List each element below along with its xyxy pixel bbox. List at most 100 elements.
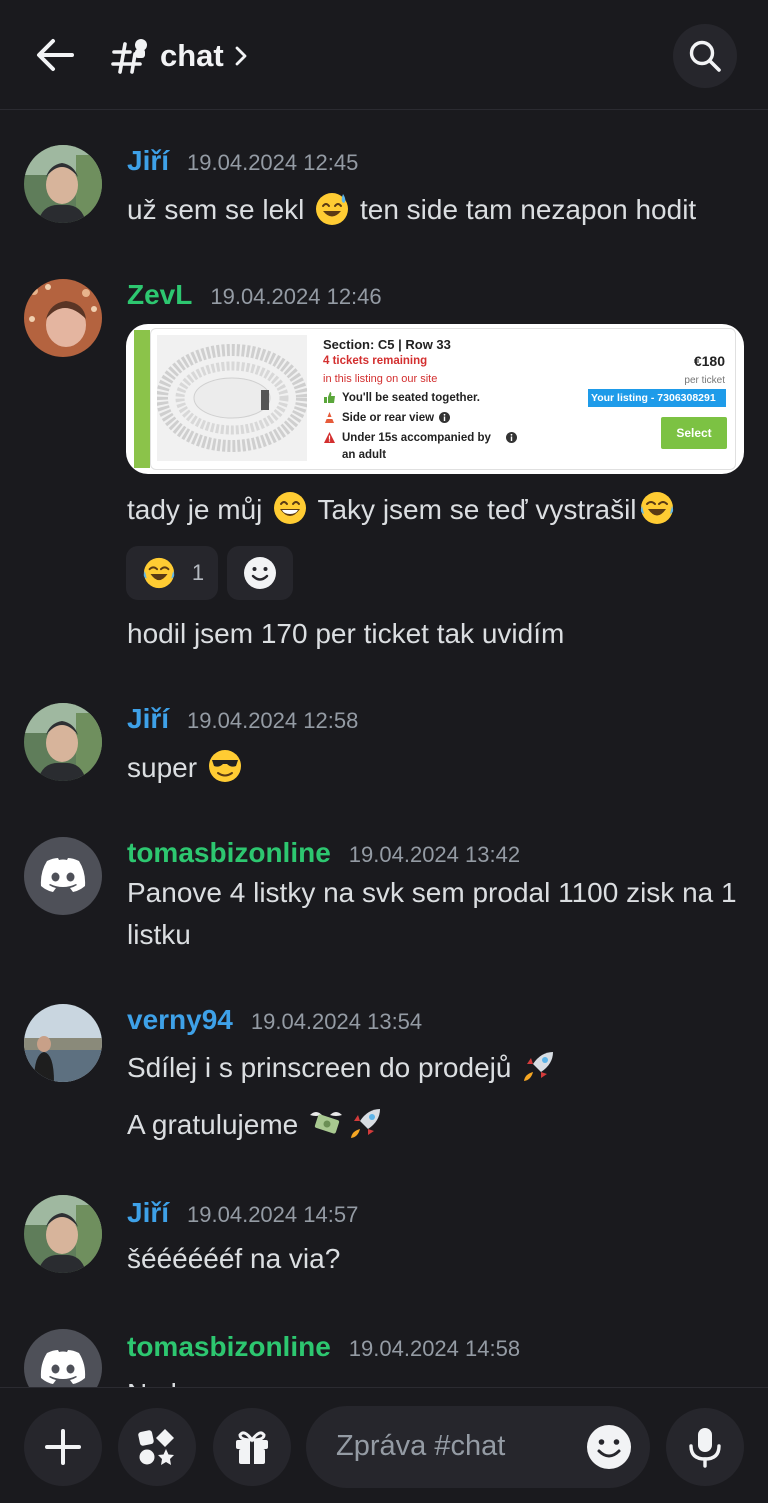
search-button[interactable]	[673, 24, 737, 88]
gift-icon	[236, 1431, 268, 1464]
tickets-remaining: 4 tickets remaining	[323, 355, 428, 367]
message-text-part: super	[127, 752, 198, 783]
avatar[interactable]	[24, 1195, 102, 1273]
avatar[interactable]	[24, 145, 102, 223]
money-with-wings-emoji	[310, 1112, 342, 1134]
listing-note: in this listing on our site	[323, 373, 438, 385]
message-text-part: už sem se lekl	[127, 194, 305, 225]
message-input[interactable]: Zpráva #chat	[306, 1406, 650, 1488]
voice-message-button[interactable]	[666, 1408, 744, 1486]
discord-logo-icon	[40, 858, 86, 892]
timestamp: 19.04.2024 12:46	[210, 284, 382, 309]
under-15s-line: Under 15s accompanied by	[323, 431, 524, 444]
message-text-part: Sdílej i s prinscreen do prodejů	[127, 1052, 512, 1083]
microphone-icon	[689, 1428, 721, 1468]
search-icon	[689, 40, 721, 72]
cone-icon	[325, 412, 334, 423]
info-icon	[439, 412, 451, 423]
thumbs-up-icon	[324, 392, 335, 403]
reaction-count: 1	[191, 560, 205, 585]
timestamp: 19.04.2024 14:58	[348, 1336, 521, 1361]
stadium-map	[156, 335, 308, 461]
message-composer: Zpráva #chat	[0, 1387, 768, 1503]
avatar[interactable]	[24, 703, 102, 781]
message-meta: verny94 19.04.2024 13:54	[127, 1004, 422, 1036]
user-photo	[24, 279, 102, 357]
message-text: tady je můj Taky jsem se teď vystrašil	[127, 489, 747, 531]
accent-bar	[134, 330, 150, 468]
message-text: A gratulujeme	[127, 1104, 747, 1146]
avatar[interactable]	[24, 837, 102, 915]
channel-title[interactable]: chat	[110, 30, 248, 82]
timestamp: 19.04.2024 13:42	[348, 842, 521, 867]
message-text: super	[127, 747, 747, 789]
username[interactable]: ZevL	[127, 279, 192, 311]
apps-icon	[138, 1429, 174, 1465]
user-photo	[24, 703, 102, 781]
message-meta: ZevL 19.04.2024 12:46	[127, 279, 382, 311]
user-photo	[24, 1195, 102, 1273]
timestamp: 19.04.2024 14:57	[187, 1202, 359, 1227]
timestamp: 19.04.2024 12:58	[187, 708, 359, 733]
rocket-emoji	[351, 1109, 380, 1138]
sunglasses-emoji	[208, 750, 241, 782]
hash-thread-icon	[111, 39, 147, 74]
reaction-pill[interactable]: 1	[126, 546, 218, 600]
ticket-listing-card: Section: C5 | Row 33 4 tickets remaining…	[150, 328, 736, 470]
username[interactable]: verny94	[127, 1004, 233, 1036]
avatar[interactable]	[24, 279, 102, 357]
gift-button[interactable]	[213, 1408, 291, 1486]
message-text-part: A gratulujeme	[127, 1109, 299, 1140]
timestamp: 19.04.2024 12:45	[187, 150, 359, 175]
ticket-price: €180	[693, 353, 725, 369]
message-text: už sem se lekl ten side tam nezapon hodi…	[127, 189, 747, 231]
channel-header: chat	[0, 0, 768, 110]
user-photo	[24, 1004, 102, 1082]
avatar[interactable]	[24, 1329, 102, 1387]
message-text: Sdílej i s prinscreen do prodejů	[127, 1047, 747, 1089]
emoji-picker-button[interactable]	[586, 1424, 632, 1470]
message-text-part: Taky jsem se teď vystrašil	[317, 494, 637, 525]
message-input-placeholder: Zpráva #chat	[336, 1430, 506, 1462]
side-view-line: Side or rear view	[323, 411, 457, 424]
plus-icon	[45, 1429, 81, 1465]
add-attachment-button[interactable]	[24, 1408, 102, 1486]
info-icon	[505, 432, 517, 443]
username[interactable]: Jiří	[127, 145, 169, 177]
apps-button[interactable]	[118, 1408, 196, 1486]
joy-emoji	[143, 557, 175, 589]
seated-together-line: You'll be seated together.	[323, 391, 480, 404]
warning-icon	[324, 432, 335, 443]
username[interactable]: Jiří	[127, 1197, 169, 1229]
username[interactable]: Jiří	[127, 703, 169, 735]
sweat-smile-emoji	[316, 193, 349, 225]
username[interactable]: tomasbizonline	[127, 1331, 331, 1363]
message-meta: Jiří 19.04.2024 12:45	[127, 145, 358, 177]
message-meta: Jiří 19.04.2024 12:58	[127, 703, 358, 735]
message-meta: Jiří 19.04.2024 14:57	[127, 1197, 358, 1229]
select-button: Select	[661, 417, 727, 449]
channel-name: chat	[160, 38, 224, 73]
per-ticket-label: per ticket	[684, 375, 725, 386]
message-text-part: tady je můj	[127, 494, 263, 525]
username[interactable]: tomasbizonline	[127, 837, 331, 869]
grin-emoji	[274, 492, 307, 524]
avatar[interactable]	[24, 1004, 102, 1082]
message-text: šééééééf na via?	[127, 1243, 341, 1274]
message-list[interactable]: Jiří 19.04.2024 12:45 už sem se lekl ten…	[0, 111, 768, 1387]
image-attachment[interactable]: Section: C5 | Row 33 4 tickets remaining…	[126, 324, 744, 474]
back-button[interactable]	[30, 32, 80, 78]
message-meta: tomasbizonline 19.04.2024 13:42	[127, 837, 520, 869]
timestamp: 19.04.2024 13:54	[250, 1009, 423, 1034]
arrow-left-icon	[37, 39, 74, 71]
user-photo	[24, 145, 102, 223]
add-reaction-button[interactable]	[227, 546, 293, 600]
message-text: Ne lo	[127, 1373, 747, 1387]
message-text-part: ten side tam nezapon hodit	[359, 194, 697, 225]
add-reaction-icon	[244, 557, 276, 589]
message-text: hodil jsem 170 per ticket tak uvidím	[127, 618, 565, 649]
joy-emoji	[640, 492, 673, 524]
smiley-icon	[587, 1425, 631, 1469]
adult-line: an adult	[342, 449, 387, 461]
chevron-right-icon	[235, 46, 247, 66]
